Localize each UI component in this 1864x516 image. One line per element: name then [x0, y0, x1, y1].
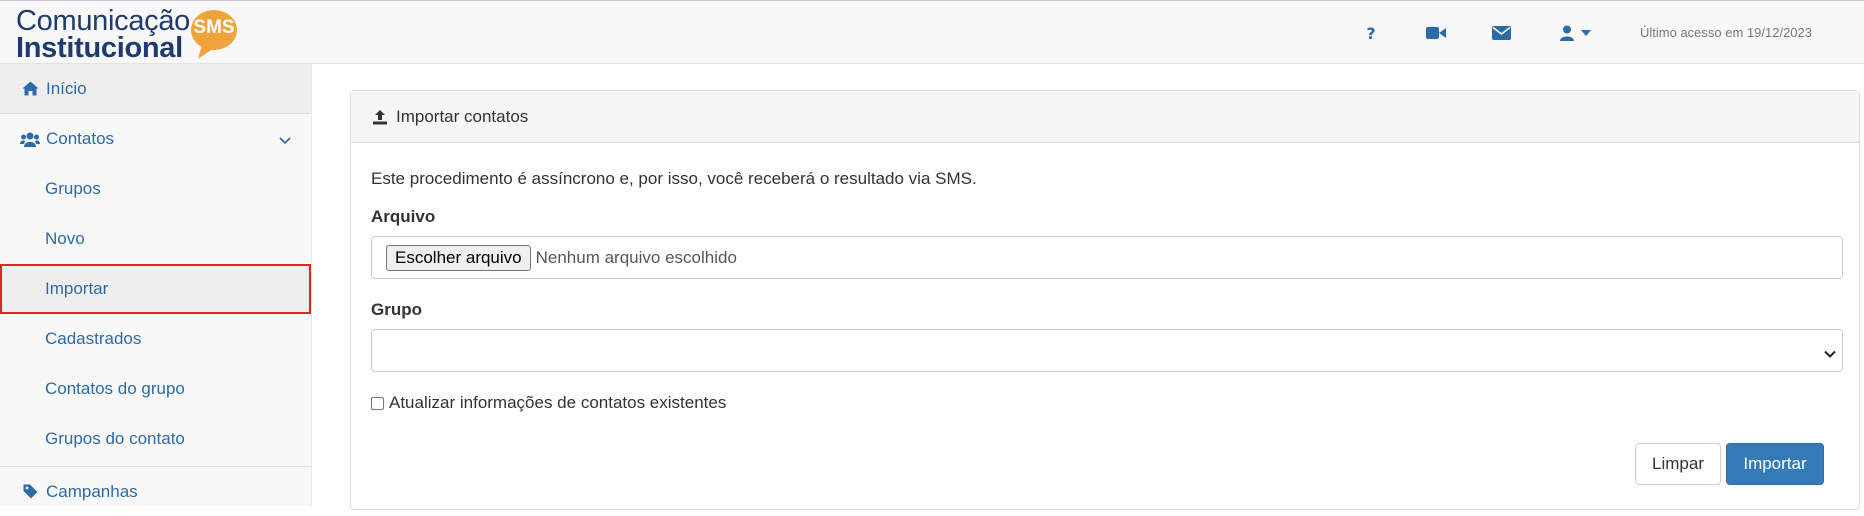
sms-badge-text: SMS: [193, 17, 235, 38]
file-status-text: Nenhum arquivo escolhido: [535, 247, 737, 267]
envelope-icon[interactable]: [1489, 20, 1513, 46]
sidebar-item-cadastrados[interactable]: Cadastrados: [0, 314, 311, 364]
tag-icon: [20, 482, 40, 502]
sidebar-item-label: Contatos do grupo: [45, 379, 185, 398]
sidebar-item-label: Grupos do contato: [45, 429, 185, 448]
user-icon: [1559, 25, 1574, 41]
sidebar-item-label: Início: [46, 78, 87, 98]
app-logo[interactable]: Comunicação Institucional SMS: [16, 5, 246, 64]
svg-text:?: ?: [1366, 25, 1375, 41]
sidebar-item-label: Novo: [45, 229, 85, 248]
panel-title: Importar contatos: [396, 106, 529, 126]
sidebar-item-contatos[interactable]: Contatos: [0, 114, 311, 164]
logo-text-line2: Institucional: [16, 32, 183, 64]
import-contacts-panel: Importar contatos Este procedimento é as…: [350, 90, 1860, 510]
update-existing-row: Atualizar informações de contatos existe…: [371, 393, 726, 413]
sidebar-item-label: Campanhas: [46, 481, 138, 501]
caret-down-icon: [1580, 30, 1591, 36]
sidebar-item-campanhas[interactable]: Campanhas: [0, 466, 311, 516]
sidebar-item-inicio[interactable]: Início: [0, 64, 311, 114]
clear-button[interactable]: Limpar: [1635, 443, 1721, 485]
user-menu-toggle[interactable]: [1555, 20, 1595, 46]
sidebar-item-label: Cadastrados: [45, 329, 142, 348]
upload-icon: [372, 109, 388, 125]
top-navbar: Comunicação Institucional SMS ? Último a…: [0, 0, 1864, 64]
sidebar: Início Contatos Grupos Novo Importar Cad…: [0, 64, 312, 506]
info-text: Este procedimento é assíncrono e, por is…: [371, 169, 977, 188]
sidebar-item-label: Contatos: [46, 129, 115, 148]
sidebar-item-contatos-do-grupo[interactable]: Contatos do grupo: [0, 364, 311, 414]
last-access-text: Último acesso em 19/12/2023: [1640, 25, 1812, 40]
chevron-down-icon: [1824, 345, 1836, 363]
sidebar-item-label: Importar: [45, 279, 109, 298]
home-icon: [20, 79, 40, 99]
sidebar-item-grupos[interactable]: Grupos: [0, 164, 311, 214]
sms-badge: SMS: [188, 9, 256, 61]
users-icon: [20, 129, 40, 149]
sidebar-item-novo[interactable]: Novo: [0, 214, 311, 264]
help-icon[interactable]: ?: [1361, 20, 1381, 46]
chevron-down-icon: [279, 130, 291, 150]
sidebar-item-importar[interactable]: Importar: [0, 264, 311, 314]
panel-heading: Importar contatos: [351, 91, 1859, 143]
file-label: Arquivo: [371, 207, 436, 226]
sidebar-item-grupos-do-contato[interactable]: Grupos do contato: [0, 414, 311, 464]
group-select[interactable]: [371, 329, 1843, 372]
video-icon[interactable]: [1424, 20, 1448, 46]
update-existing-checkbox[interactable]: [371, 396, 384, 410]
sidebar-item-label: Grupos: [45, 179, 101, 198]
group-label: Grupo: [371, 300, 422, 319]
update-existing-label[interactable]: Atualizar informações de contatos existe…: [389, 393, 726, 413]
file-input[interactable]: Escolher arquivo Nenhum arquivo escolhid…: [371, 236, 1843, 279]
choose-file-button[interactable]: Escolher arquivo: [386, 244, 531, 271]
import-button[interactable]: Importar: [1726, 443, 1824, 485]
